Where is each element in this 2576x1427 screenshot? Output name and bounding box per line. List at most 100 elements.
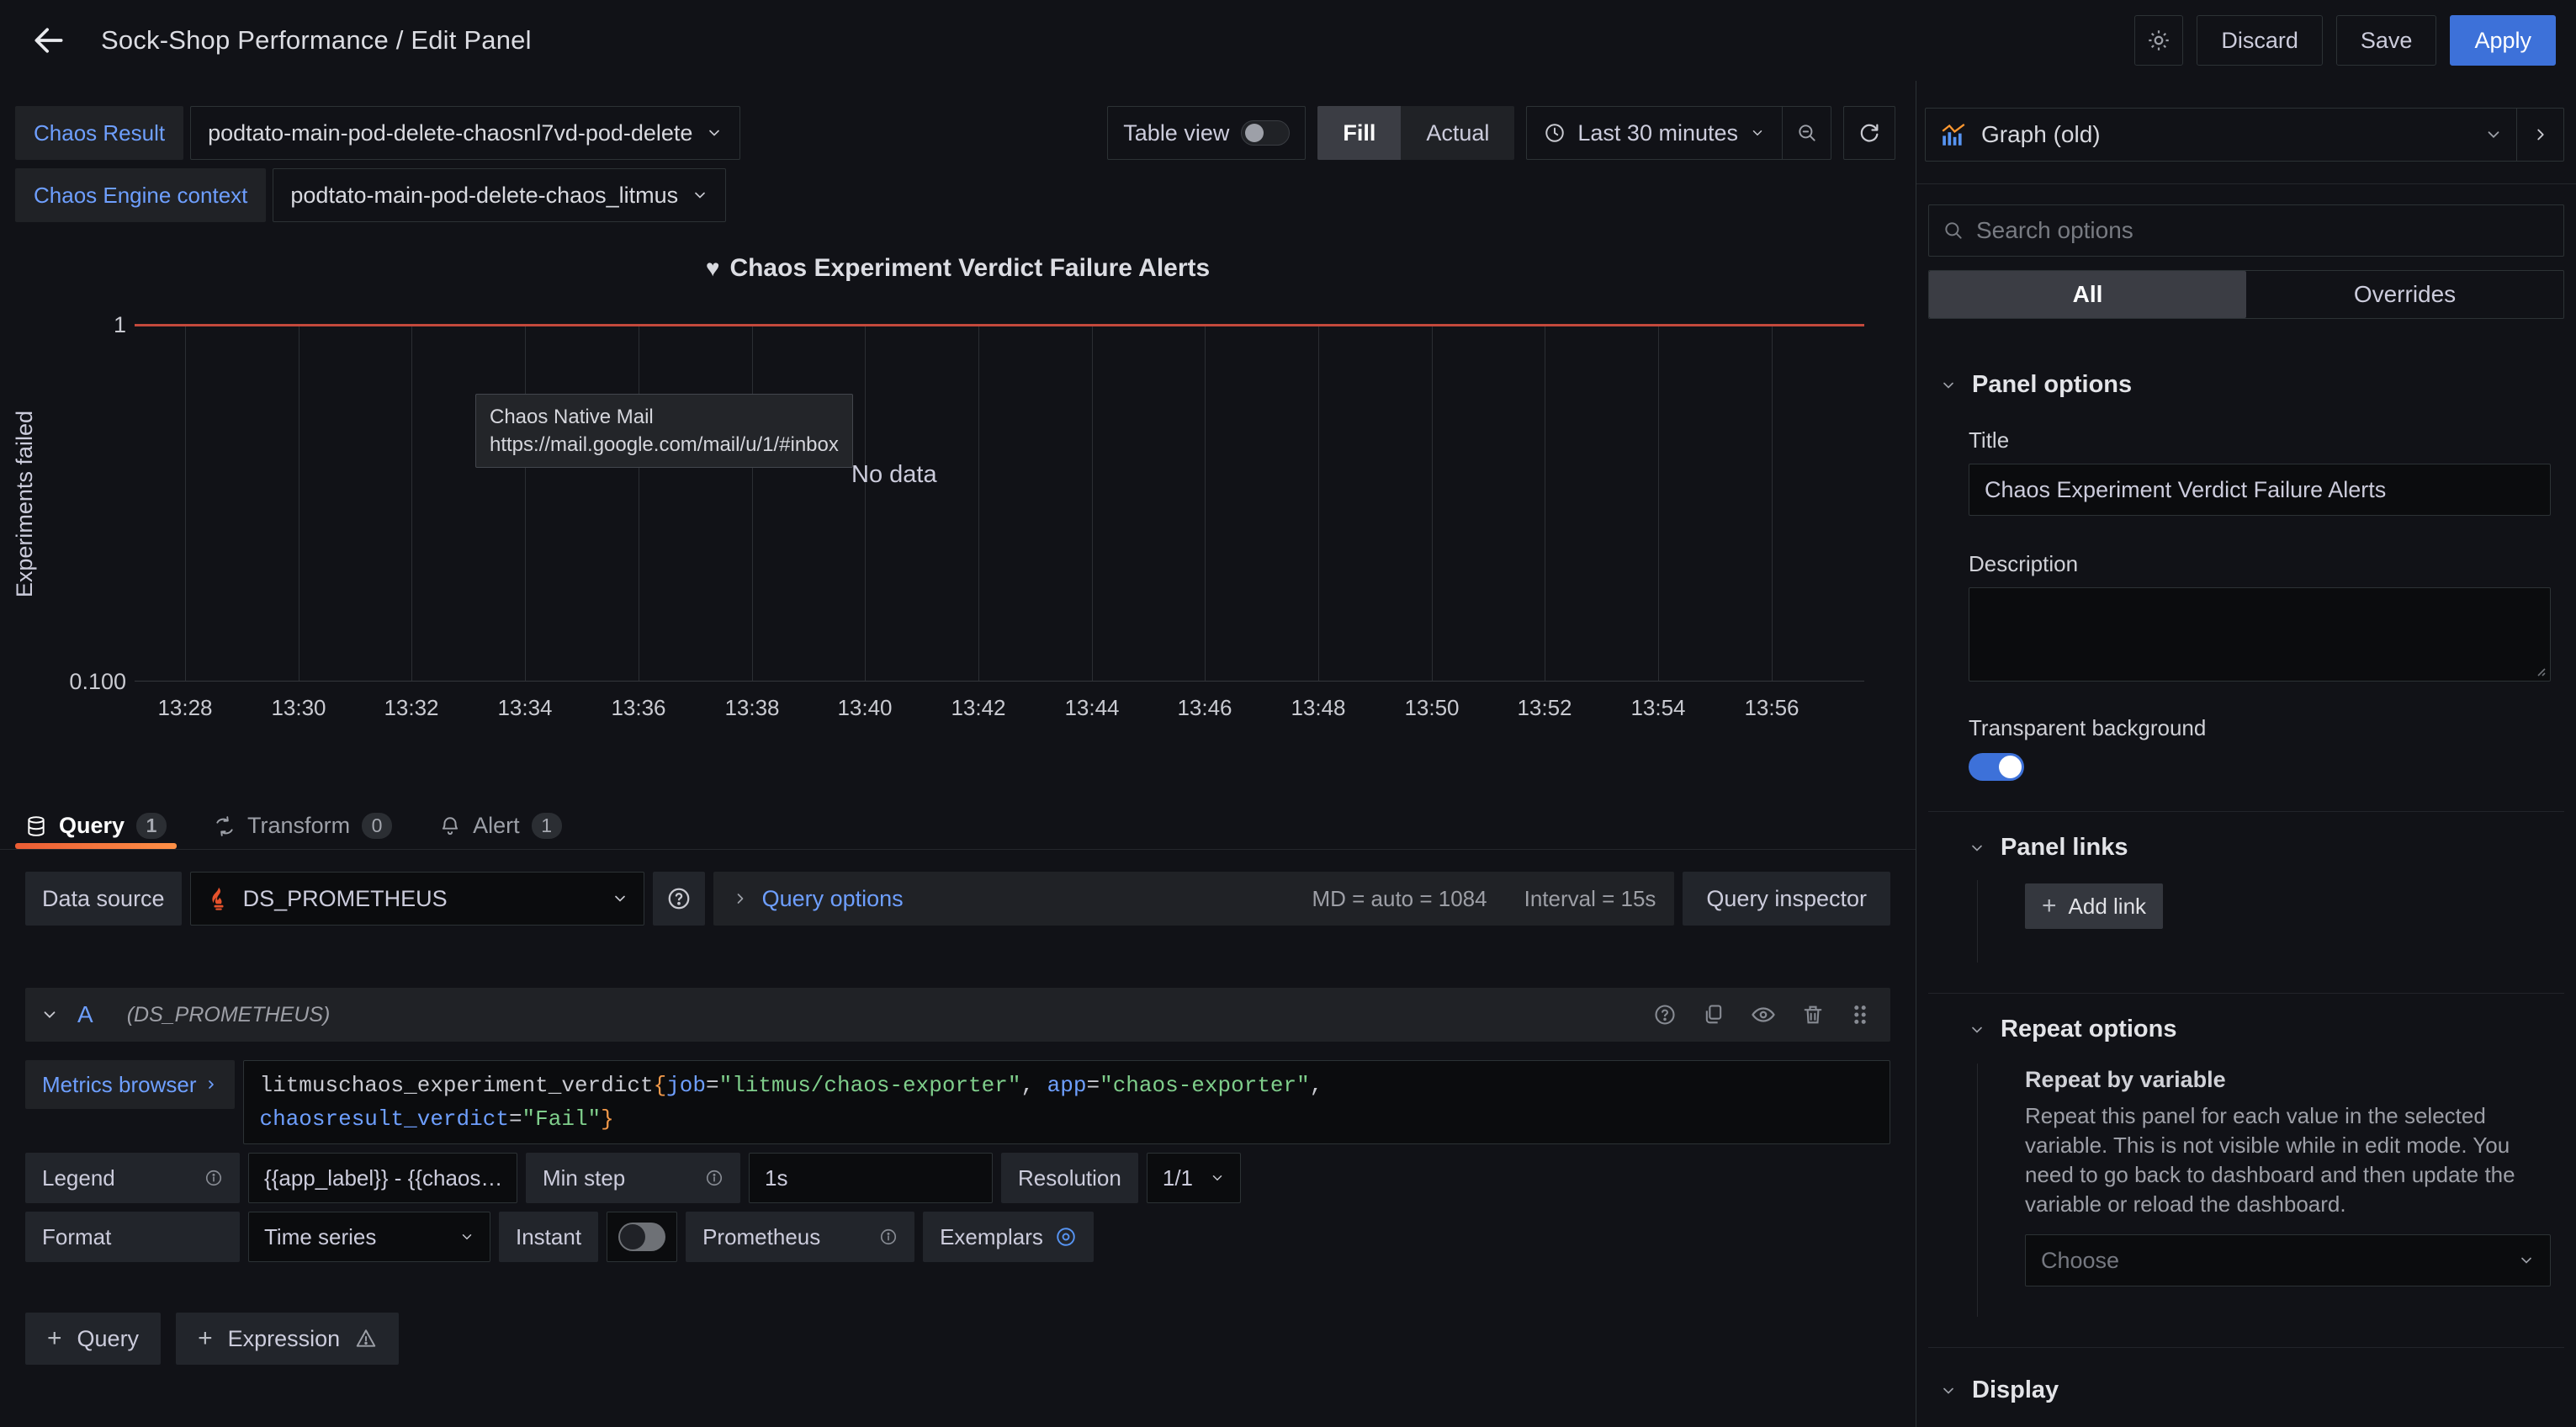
section-repeat-options[interactable]: Repeat options <box>1969 1016 2564 1043</box>
clock-icon <box>1544 122 1566 144</box>
datasource-help-button[interactable] <box>653 872 705 926</box>
time-range-button[interactable]: Last 30 minutes <box>1527 107 1782 159</box>
options-filter-tabs: All Overrides <box>1928 270 2564 319</box>
variable-value: podtato-main-pod-delete-chaosnl7vd-pod-d… <box>208 120 692 146</box>
instant-toggle[interactable] <box>607 1212 677 1262</box>
duplicate-icon[interactable] <box>1702 1002 1725 1027</box>
add-expression-button[interactable]: + Expression <box>176 1313 399 1365</box>
x-tick: 13:44 <box>1046 695 1138 721</box>
plus-icon: + <box>2042 892 2057 920</box>
section-display[interactable]: Display <box>1928 1377 2564 1404</box>
query-datasource-hint: (DS_PROMETHEUS) <box>127 1003 331 1027</box>
options-search[interactable] <box>1928 204 2564 257</box>
chevron-down-icon <box>1969 1021 1985 1038</box>
panel-title-input[interactable] <box>1969 464 2551 516</box>
panel-settings-button[interactable] <box>2134 15 2183 66</box>
transparent-bg-toggle[interactable] <box>1969 753 2024 781</box>
table-view-control: Table view <box>1107 106 1306 160</box>
query-editor: Data source DS_PROMETHEUS Query o <box>0 850 1916 1365</box>
database-icon <box>25 815 47 837</box>
transform-icon <box>214 815 236 837</box>
chevron-right-icon <box>732 890 749 907</box>
x-tick: 13:38 <box>706 695 798 721</box>
apply-button[interactable]: Apply <box>2450 15 2556 66</box>
section-panel-options[interactable]: Panel options <box>1928 371 2564 399</box>
zoom-out-button[interactable] <box>1782 107 1831 159</box>
back-arrow-icon[interactable] <box>30 17 77 64</box>
visualization-select[interactable]: Graph (old) <box>1926 109 2516 161</box>
refresh-button[interactable] <box>1843 106 1895 160</box>
chevron-down-icon <box>1750 125 1765 141</box>
alert-threshold-line <box>135 324 1864 326</box>
min-step-input[interactable] <box>749 1153 993 1203</box>
section-panel-links[interactable]: Panel links <box>1969 834 2564 862</box>
plus-icon: + <box>47 1324 62 1353</box>
info-icon <box>204 1169 223 1187</box>
y-tick: 0.100 <box>2 669 126 695</box>
tab-query[interactable]: Query 1 <box>25 803 167 849</box>
repeat-variable-select[interactable]: Choose <box>2025 1234 2551 1286</box>
drag-handle-icon[interactable] <box>1850 1002 1870 1027</box>
tab-transform[interactable]: Transform 0 <box>214 803 392 849</box>
options-search-input[interactable] <box>1976 217 2550 244</box>
exemplars-eye-icon[interactable] <box>1055 1226 1077 1248</box>
info-icon <box>879 1228 898 1246</box>
resize-handle-icon[interactable] <box>2533 664 2547 677</box>
tab-overrides[interactable]: Overrides <box>2246 271 2563 318</box>
max-datapoints-stat: MD = auto = 1084 <box>1312 886 1487 912</box>
interval-stat: Interval = 15s <box>1524 886 1656 912</box>
variable-value-dropdown[interactable]: podtato-main-pod-delete-chaos_litmus <box>273 168 726 222</box>
x-tick: 13:54 <box>1612 695 1704 721</box>
variable-value-dropdown[interactable]: podtato-main-pod-delete-chaosnl7vd-pod-d… <box>190 106 740 160</box>
resolution-label: Resolution <box>1001 1153 1138 1203</box>
add-link-button[interactable]: + Add link <box>2025 883 2163 929</box>
eye-icon[interactable] <box>1751 1002 1776 1027</box>
prometheus-type-label: Prometheus <box>686 1212 914 1262</box>
chevron-down-icon <box>612 890 628 907</box>
datasource-picker[interactable]: DS_PROMETHEUS <box>190 872 644 926</box>
prometheus-icon <box>206 886 231 911</box>
discard-button[interactable]: Discard <box>2197 15 2323 66</box>
table-view-label: Table view <box>1123 120 1229 146</box>
chevron-right-icon <box>204 1078 218 1091</box>
query-inspector-button[interactable]: Query inspector <box>1683 872 1890 926</box>
help-circle-icon[interactable] <box>1653 1002 1677 1027</box>
table-view-toggle[interactable] <box>1241 120 1290 146</box>
query-ref-id: A <box>77 1001 93 1028</box>
trash-icon[interactable] <box>1801 1002 1825 1027</box>
metrics-browser-button[interactable]: Metrics browser <box>25 1060 235 1109</box>
add-query-button[interactable]: + Query <box>25 1313 161 1365</box>
info-icon <box>705 1169 724 1187</box>
chevron-down-icon <box>2518 1252 2535 1269</box>
time-range-label: Last 30 minutes <box>1577 120 1738 146</box>
x-tick: 13:28 <box>139 695 231 721</box>
format-select[interactable]: Time series <box>248 1212 490 1262</box>
resolution-select[interactable]: 1/1 <box>1147 1153 1241 1203</box>
tooltip-title: Chaos Native Mail <box>490 403 839 431</box>
save-button[interactable]: Save <box>2336 15 2437 66</box>
tab-alert[interactable]: Alert 1 <box>439 803 562 849</box>
panel-header[interactable]: ♥Chaos Experiment Verdict Failure Alerts <box>0 254 1916 283</box>
time-range-picker: Last 30 minutes <box>1526 106 1831 160</box>
tab-all[interactable]: All <box>1929 271 2246 318</box>
panel-description-textarea[interactable] <box>1969 587 2551 682</box>
actual-option[interactable]: Actual <box>1401 106 1514 160</box>
chevron-down-icon <box>1969 840 1985 857</box>
promql-expression-input[interactable]: litmuschaos_experiment_verdict{job="litm… <box>243 1060 1890 1144</box>
legend-label: Legend <box>25 1153 240 1203</box>
editor-tabs: Query 1 Transform 0 Alert 1 <box>0 803 1916 850</box>
min-step-label: Min step <box>526 1153 740 1203</box>
chevron-down-icon[interactable] <box>40 1005 59 1024</box>
x-tick: 13:40 <box>819 695 911 721</box>
tooltip-url: https://mail.google.com/mail/u/1/#inbox <box>490 431 839 459</box>
datasource-name: DS_PROMETHEUS <box>243 886 448 912</box>
header: Sock-Shop Performance / Edit Panel Disca… <box>0 0 2576 81</box>
query-card-header[interactable]: A (DS_PROMETHEUS) <box>25 988 1890 1042</box>
collapse-options-pane-button[interactable] <box>2516 109 2563 161</box>
query-options-toggle[interactable]: Query options <box>762 886 904 912</box>
legend-format-input[interactable] <box>248 1153 517 1203</box>
plot-area[interactable] <box>135 324 1864 682</box>
y-tick: 1 <box>2 312 126 338</box>
query-options-bar: Query options MD = auto = 1084 Interval … <box>713 872 1675 926</box>
fill-option[interactable]: Fill <box>1317 106 1401 160</box>
